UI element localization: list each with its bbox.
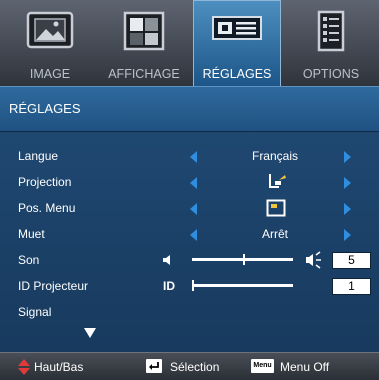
right-arrow-icon[interactable] — [344, 177, 351, 189]
id-slider-handle[interactable] — [192, 280, 194, 291]
setting-muet[interactable]: Muet Arrêt — [0, 221, 379, 247]
tab-image[interactable]: IMAGE — [6, 4, 94, 86]
display-icon — [116, 10, 172, 61]
right-arrow-icon[interactable] — [344, 229, 351, 241]
setting-langue-value: Français — [251, 149, 298, 163]
options-icon — [303, 10, 359, 61]
left-arrow-icon[interactable] — [190, 177, 197, 189]
menu-key-icon: Menu — [251, 359, 274, 373]
projection-mode-icon — [266, 172, 288, 197]
left-arrow-icon[interactable] — [190, 229, 197, 241]
tab-affichage[interactable]: AFFICHAGE — [100, 4, 188, 86]
setting-id-projecteur[interactable]: ID Projecteur ID 1 — [0, 273, 379, 299]
id-icon: ID — [163, 279, 175, 293]
settings-icon — [207, 7, 267, 58]
setting-muet-value: Arrêt — [261, 227, 288, 241]
tab-reglages[interactable]: RÉGLAGES — [193, 0, 281, 86]
setting-projection-label: Projection — [18, 175, 72, 189]
right-arrow-icon[interactable] — [344, 203, 351, 215]
up-down-arrows-icon — [18, 359, 30, 380]
tab-image-label: IMAGE — [29, 67, 71, 81]
projector-osd: IMAGE AFFICHAGE RÉGLAGES OPTIONS RÉGLAGE… — [0, 0, 379, 380]
tab-options[interactable]: OPTIONS — [287, 4, 375, 86]
right-arrow-icon[interactable] — [344, 151, 351, 163]
tab-options-label: OPTIONS — [302, 67, 360, 81]
setting-langue-label: Langue — [18, 149, 59, 163]
setting-signal[interactable]: Signal — [0, 299, 379, 325]
enter-key-icon — [146, 359, 162, 373]
section-header: RÉGLAGES — [0, 86, 379, 132]
setting-son-label: Son — [18, 253, 40, 267]
tab-reglages-label: RÉGLAGES — [202, 67, 272, 81]
setting-signal-label: Signal — [18, 305, 52, 319]
id-value-box: 1 — [332, 278, 371, 295]
footer-menu-off-label: Menu Off — [280, 360, 330, 374]
left-arrow-icon[interactable] — [190, 203, 197, 215]
volume-high-icon — [304, 251, 324, 274]
picture-icon — [22, 10, 78, 61]
tab-affichage-label: AFFICHAGE — [108, 67, 180, 81]
setting-pos-menu-label: Pos. Menu — [18, 201, 76, 215]
volume-value-box: 5 — [332, 252, 371, 269]
footer-bar: Haut/Bas Sélection Menu Menu Off — [0, 352, 379, 380]
volume-slider-handle[interactable] — [242, 254, 245, 265]
setting-langue[interactable]: Langue Français — [0, 143, 379, 169]
menu-position-icon — [266, 199, 286, 222]
footer-nav-label: Haut/Bas — [34, 360, 84, 374]
setting-muet-label: Muet — [18, 227, 45, 241]
id-slider-track[interactable] — [192, 284, 293, 287]
volume-low-icon — [160, 252, 176, 273]
setting-projection[interactable]: Projection — [0, 169, 379, 195]
tab-bar: IMAGE AFFICHAGE RÉGLAGES OPTIONS — [0, 0, 379, 86]
page-title: RÉGLAGES — [9, 101, 81, 116]
left-arrow-icon[interactable] — [190, 151, 197, 163]
setting-son[interactable]: Son 5 — [0, 247, 379, 273]
setting-id-projecteur-label: ID Projecteur — [18, 279, 89, 293]
setting-pos-menu[interactable]: Pos. Menu — [0, 195, 379, 221]
scroll-down-arrow-icon[interactable] — [84, 325, 96, 343]
footer-select-label: Sélection — [170, 360, 220, 374]
